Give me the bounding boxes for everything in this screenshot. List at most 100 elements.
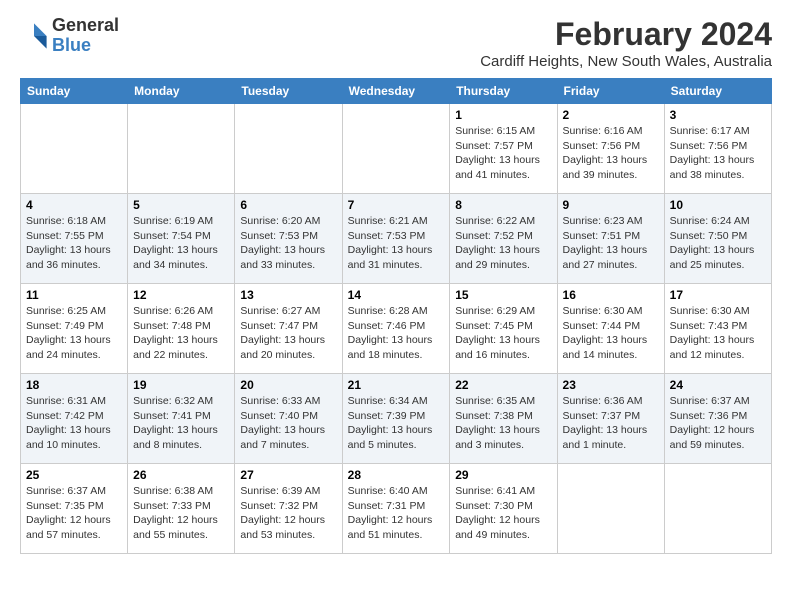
day-info: Sunrise: 6:41 AMSunset: 7:30 PMDaylight:… (455, 484, 551, 543)
calendar-cell-0-2 (235, 104, 342, 194)
calendar-week-1: 4 Sunrise: 6:18 AMSunset: 7:55 PMDaylight… (21, 194, 772, 284)
day-number: 24 (670, 378, 766, 392)
day-info: Sunrise: 6:32 AMSunset: 7:41 PMDaylight:… (133, 394, 229, 453)
day-info: Sunrise: 6:29 AMSunset: 7:45 PMDaylight:… (455, 304, 551, 363)
calendar-cell-0-0 (21, 104, 128, 194)
day-number: 20 (240, 378, 336, 392)
day-number: 13 (240, 288, 336, 302)
calendar-cell-2-5: 16 Sunrise: 6:30 AMSunset: 7:44 PMDayligh… (557, 284, 664, 374)
calendar-cell-1-6: 10Sunrise: 6:24 AMSunset: 7:50 PMDayligh… (664, 194, 771, 284)
day-info: Sunrise: 6:33 AMSunset: 7:40 PMDaylight:… (240, 394, 336, 453)
day-info: Sunrise: 6:23 AMSunset: 7:51 PMDaylight:… (563, 214, 659, 273)
calendar-table: Sunday Monday Tuesday Wednesday Thursday… (20, 78, 772, 554)
calendar-cell-4-3: 28 Sunrise: 6:40 AMSunset: 7:31 PMDayligh… (342, 464, 450, 554)
calendar-week-4: 25Sunrise: 6:37 AMSunset: 7:35 PMDayligh… (21, 464, 772, 554)
day-info: Sunrise: 6:16 AMSunset: 7:56 PMDaylight:… (563, 124, 659, 183)
day-number: 12 (133, 288, 229, 302)
calendar-cell-3-5: 23 Sunrise: 6:36 AMSunset: 7:37 PMDayligh… (557, 374, 664, 464)
logo-icon (20, 22, 48, 50)
calendar-title: February 2024 (480, 16, 772, 53)
day-number: 10 (670, 198, 766, 212)
logo: General Blue (20, 16, 119, 56)
day-number: 22 (455, 378, 551, 392)
calendar-cell-1-4: 8 Sunrise: 6:22 AMSunset: 7:52 PMDaylight… (450, 194, 557, 284)
calendar-cell-2-0: 11Sunrise: 6:25 AMSunset: 7:49 PMDayligh… (21, 284, 128, 374)
calendar-cell-0-1 (128, 104, 235, 194)
calendar-cell-3-6: 24Sunrise: 6:37 AMSunset: 7:36 PMDayligh… (664, 374, 771, 464)
calendar-cell-0-6: 3Sunrise: 6:17 AMSunset: 7:56 PMDaylight… (664, 104, 771, 194)
calendar-cell-4-1: 26 Sunrise: 6:38 AMSunset: 7:33 PMDayligh… (128, 464, 235, 554)
day-info: Sunrise: 6:25 AMSunset: 7:49 PMDaylight:… (26, 304, 122, 363)
logo-text: General Blue (52, 16, 119, 56)
day-number: 26 (133, 468, 229, 482)
calendar-cell-4-5 (557, 464, 664, 554)
calendar-week-3: 18Sunrise: 6:31 AMSunset: 7:42 PMDayligh… (21, 374, 772, 464)
calendar-subtitle: Cardiff Heights, New South Wales, Austra… (480, 53, 772, 70)
calendar-cell-1-1: 5Sunrise: 6:19 AMSunset: 7:54 PMDaylight… (128, 194, 235, 284)
calendar-cell-4-4: 29 Sunrise: 6:41 AMSunset: 7:30 PMDayligh… (450, 464, 557, 554)
col-tuesday: Tuesday (235, 79, 342, 104)
day-number: 28 (348, 468, 445, 482)
day-info: Sunrise: 6:19 AMSunset: 7:54 PMDaylight:… (133, 214, 229, 273)
day-number: 19 (133, 378, 229, 392)
calendar-week-2: 11Sunrise: 6:25 AMSunset: 7:49 PMDayligh… (21, 284, 772, 374)
day-number: 3 (670, 108, 766, 122)
col-wednesday: Wednesday (342, 79, 450, 104)
calendar-cell-2-1: 12Sunrise: 6:26 AMSunset: 7:48 PMDayligh… (128, 284, 235, 374)
col-monday: Monday (128, 79, 235, 104)
day-info: Sunrise: 6:35 AMSunset: 7:38 PMDaylight:… (455, 394, 551, 453)
day-number: 27 (240, 468, 336, 482)
day-number: 8 (455, 198, 551, 212)
day-info: Sunrise: 6:30 AMSunset: 7:44 PMDaylight:… (563, 304, 659, 363)
calendar-cell-1-0: 4 Sunrise: 6:18 AMSunset: 7:55 PMDaylight… (21, 194, 128, 284)
day-number: 15 (455, 288, 551, 302)
day-number: 16 (563, 288, 659, 302)
col-saturday: Saturday (664, 79, 771, 104)
col-sunday: Sunday (21, 79, 128, 104)
col-friday: Friday (557, 79, 664, 104)
calendar-week-0: 1Sunrise: 6:15 AMSunset: 7:57 PMDaylight… (21, 104, 772, 194)
day-info: Sunrise: 6:30 AMSunset: 7:43 PMDaylight:… (670, 304, 766, 363)
day-info: Sunrise: 6:38 AMSunset: 7:33 PMDaylight:… (133, 484, 229, 543)
day-info: Sunrise: 6:40 AMSunset: 7:31 PMDaylight:… (348, 484, 445, 543)
logo-blue: Blue (52, 36, 119, 56)
day-info: Sunrise: 6:39 AMSunset: 7:32 PMDaylight:… (240, 484, 336, 543)
calendar-cell-3-0: 18Sunrise: 6:31 AMSunset: 7:42 PMDayligh… (21, 374, 128, 464)
day-number: 9 (563, 198, 659, 212)
calendar-cell-3-4: 22 Sunrise: 6:35 AMSunset: 7:38 PMDayligh… (450, 374, 557, 464)
day-info: Sunrise: 6:37 AMSunset: 7:35 PMDaylight:… (26, 484, 122, 543)
calendar-cell-0-4: 1Sunrise: 6:15 AMSunset: 7:57 PMDaylight… (450, 104, 557, 194)
day-number: 2 (563, 108, 659, 122)
day-info: Sunrise: 6:22 AMSunset: 7:52 PMDaylight:… (455, 214, 551, 273)
calendar-cell-2-3: 14Sunrise: 6:28 AMSunset: 7:46 PMDayligh… (342, 284, 450, 374)
calendar-cell-4-6 (664, 464, 771, 554)
calendar-cell-2-6: 17 Sunrise: 6:30 AMSunset: 7:43 PMDayligh… (664, 284, 771, 374)
day-info: Sunrise: 6:21 AMSunset: 7:53 PMDaylight:… (348, 214, 445, 273)
day-info: Sunrise: 6:15 AMSunset: 7:57 PMDaylight:… (455, 124, 551, 183)
day-number: 29 (455, 468, 551, 482)
day-info: Sunrise: 6:18 AMSunset: 7:55 PMDaylight:… (26, 214, 122, 273)
calendar-cell-0-3 (342, 104, 450, 194)
day-number: 21 (348, 378, 445, 392)
day-number: 18 (26, 378, 122, 392)
calendar-cell-1-3: 7 Sunrise: 6:21 AMSunset: 7:53 PMDaylight… (342, 194, 450, 284)
calendar-cell-4-0: 25Sunrise: 6:37 AMSunset: 7:35 PMDayligh… (21, 464, 128, 554)
logo-general: General (52, 16, 119, 36)
day-number: 17 (670, 288, 766, 302)
calendar-cell-2-4: 15 Sunrise: 6:29 AMSunset: 7:45 PMDayligh… (450, 284, 557, 374)
day-number: 7 (348, 198, 445, 212)
calendar-cell-1-2: 6Sunrise: 6:20 AMSunset: 7:53 PMDaylight… (235, 194, 342, 284)
day-number: 6 (240, 198, 336, 212)
col-thursday: Thursday (450, 79, 557, 104)
calendar-cell-3-3: 21 Sunrise: 6:34 AMSunset: 7:39 PMDayligh… (342, 374, 450, 464)
calendar-cell-3-2: 20 Sunrise: 6:33 AMSunset: 7:40 PMDayligh… (235, 374, 342, 464)
day-info: Sunrise: 6:36 AMSunset: 7:37 PMDaylight:… (563, 394, 659, 453)
calendar-cell-3-1: 19 Sunrise: 6:32 AMSunset: 7:41 PMDayligh… (128, 374, 235, 464)
calendar-cell-0-5: 2 Sunrise: 6:16 AMSunset: 7:56 PMDaylight… (557, 104, 664, 194)
day-info: Sunrise: 6:34 AMSunset: 7:39 PMDaylight:… (348, 394, 445, 453)
day-info: Sunrise: 6:27 AMSunset: 7:47 PMDaylight:… (240, 304, 336, 363)
calendar-cell-4-2: 27 Sunrise: 6:39 AMSunset: 7:32 PMDayligh… (235, 464, 342, 554)
day-number: 4 (26, 198, 122, 212)
day-number: 23 (563, 378, 659, 392)
calendar-cell-2-2: 13 Sunrise: 6:27 AMSunset: 7:47 PMDayligh… (235, 284, 342, 374)
